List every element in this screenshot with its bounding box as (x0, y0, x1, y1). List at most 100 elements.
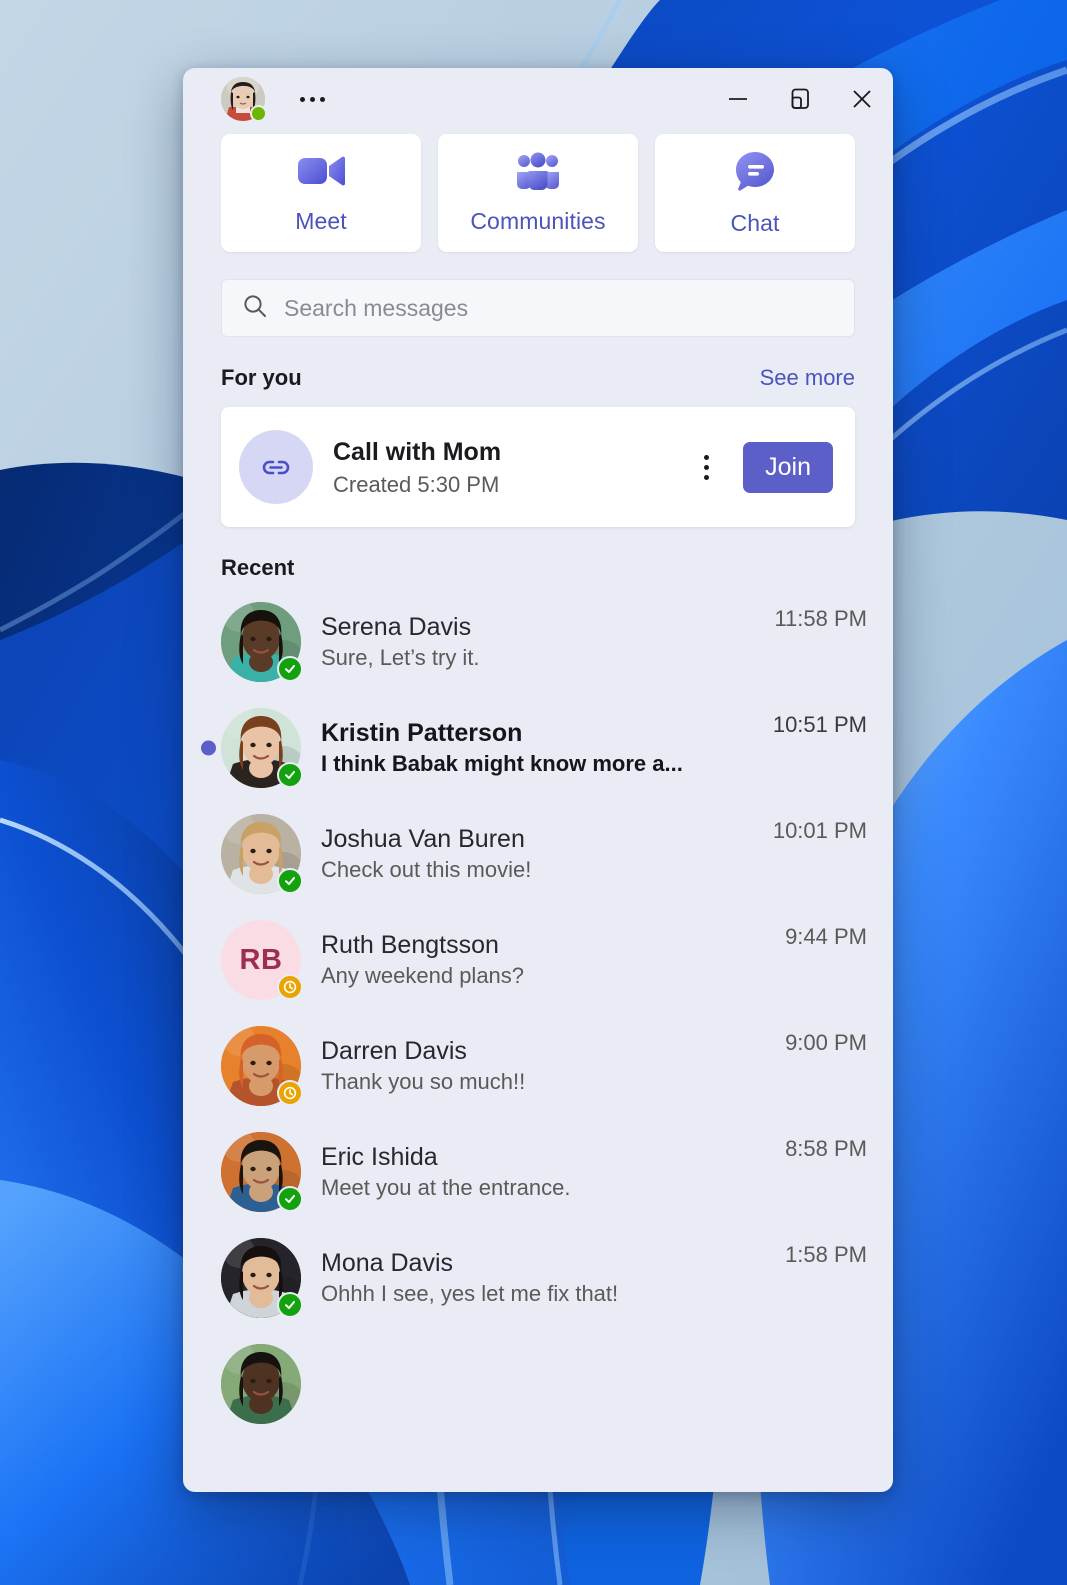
chat-texts: Eric Ishida Meet you at the entrance. (321, 1141, 765, 1203)
nav-card-communities-label: Communities (470, 208, 606, 234)
nav-card-chat-label: Chat (730, 210, 780, 236)
meeting-texts: Call with Mom Created 5:30 PM (333, 436, 669, 499)
chat-preview-text: Check out this movie! (321, 857, 532, 883)
nav-card-meet[interactable]: Meet (221, 134, 421, 252)
chat-timestamp: 10:01 PM (772, 818, 867, 843)
chat-contact-name: Mona Davis (321, 1249, 453, 1278)
chat-list-item[interactable]: Joshua Van Buren Check out this movie! 1… (183, 801, 893, 907)
chat-bubble-icon (732, 149, 778, 198)
more-options-button[interactable] (291, 82, 333, 116)
chat-texts: Ruth Bengtsson Any weekend plans? (321, 929, 765, 991)
avatar (221, 814, 303, 894)
presence-badge-available (277, 656, 303, 682)
avatar (221, 1238, 303, 1318)
dot-icon (319, 96, 325, 102)
presence-badge-available (277, 868, 303, 894)
for-you-title: For you (221, 365, 302, 390)
dot-icon (299, 96, 305, 102)
dot-icon (703, 474, 709, 480)
chat-texts: Kristin Patterson I think Babak might kn… (321, 717, 753, 779)
nav-card-chat[interactable]: Chat (655, 134, 855, 252)
close-button[interactable] (831, 68, 893, 130)
dot-icon (703, 464, 709, 470)
presence-badge-away (277, 974, 303, 1000)
chat-texts: Joshua Van Buren Check out this movie! (321, 823, 753, 885)
title-bar (183, 68, 893, 130)
chat-preview-text: Sure, Let’s try it. (321, 645, 480, 671)
dot-icon (309, 96, 315, 102)
dot-icon (703, 454, 709, 460)
avatar (221, 1344, 301, 1424)
chat-list-item[interactable]: Kristin Patterson I think Babak might kn… (183, 695, 893, 801)
presence-badge-available (277, 1186, 303, 1212)
meeting-subtitle: Created 5:30 PM (333, 472, 500, 498)
search-box[interactable] (221, 279, 855, 337)
for-you-header: For you See more (183, 365, 893, 391)
chat-texts (321, 1384, 847, 1385)
link-icon (239, 430, 313, 504)
chat-preview-text: Any weekend plans? (321, 963, 525, 989)
teams-chat-window: Meet Communities Chat Search messages Fo… (183, 68, 893, 1492)
chat-timestamp: 11:58 PM (774, 606, 867, 631)
chat-preview-text: Meet you at the entrance. (321, 1175, 571, 1201)
join-button[interactable]: Join (743, 441, 833, 493)
chat-timestamp: 9:44 PM (785, 924, 867, 949)
chat-texts: Darren Davis Thank you so much!! (321, 1035, 765, 1097)
presence-badge-available (277, 762, 303, 788)
chat-list-item[interactable]: Serena Davis Sure, Let’s try it. 11:58 P… (183, 589, 893, 695)
search-section (183, 279, 893, 337)
window-controls (707, 68, 893, 130)
avatar (221, 1026, 303, 1106)
chat-contact-name: Joshua Van Buren (321, 825, 525, 854)
avatar (221, 602, 303, 682)
avatar-photo (221, 1344, 301, 1424)
chat-preview-text: Thank you so much!! (321, 1069, 526, 1095)
presence-badge-available (250, 105, 267, 122)
chat-contact-name: Kristin Patterson (321, 719, 523, 748)
avatar: RB (221, 920, 303, 1000)
chat-timestamp: 8:58 PM (785, 1136, 867, 1161)
chat-texts: Serena Davis Sure, Let’s try it. (321, 611, 754, 673)
see-more-link[interactable]: See more (760, 365, 855, 391)
meeting-card-wrap: Call with Mom Created 5:30 PM Join (183, 407, 893, 527)
presence-badge-available (277, 1292, 303, 1318)
chat-list-item[interactable]: Mona Davis Ohhh I see, yes let me fix th… (183, 1225, 893, 1331)
chat-list-item[interactable]: RB Ruth Bengtsson Any weekend plans? 9:4… (183, 907, 893, 1013)
recent-title: Recent (221, 555, 295, 580)
video-camera-icon (296, 151, 346, 196)
presence-badge-away (277, 1080, 303, 1106)
chat-contact-name: Serena Davis (321, 613, 472, 642)
chat-timestamp: 10:51 PM (772, 712, 867, 737)
meeting-card[interactable]: Call with Mom Created 5:30 PM Join (221, 407, 855, 527)
chat-texts: Mona Davis Ohhh I see, yes let me fix th… (321, 1247, 765, 1309)
avatar[interactable] (221, 77, 267, 122)
close-icon (853, 90, 871, 108)
chat-preview-text: Ohhh I see, yes let me fix that! (321, 1281, 619, 1307)
chat-timestamp: 1:58 PM (785, 1242, 867, 1267)
restore-button[interactable] (769, 68, 831, 130)
meeting-title: Call with Mom (333, 437, 502, 466)
recent-header: Recent (183, 555, 893, 581)
chat-contact-name: Darren Davis (321, 1037, 467, 1066)
chat-list-item[interactable] (183, 1331, 893, 1437)
nav-card-meet-label: Meet (295, 208, 347, 234)
people-group-icon (514, 151, 562, 196)
restore-icon (791, 88, 809, 109)
chat-contact-name: Eric Ishida (321, 1143, 438, 1172)
nav-card-communities[interactable]: Communities (438, 134, 638, 252)
chat-preview-text: I think Babak might know more a... (321, 751, 683, 777)
avatar (221, 708, 303, 788)
chat-list-item[interactable]: Eric Ishida Meet you at the entrance. 8:… (183, 1119, 893, 1225)
meeting-overflow-button[interactable] (689, 454, 723, 480)
minimize-icon (729, 98, 747, 100)
chat-timestamp: 9:00 PM (785, 1030, 867, 1055)
search-icon (242, 293, 268, 324)
avatar (221, 1132, 303, 1212)
search-input[interactable] (284, 294, 834, 322)
chat-list-item[interactable]: Darren Davis Thank you so much!! 9:00 PM (183, 1013, 893, 1119)
nav-cards: Meet Communities Chat (183, 134, 893, 252)
chat-contact-name: Ruth Bengtsson (321, 931, 499, 960)
unread-indicator (201, 740, 216, 756)
recent-chat-list: Serena Davis Sure, Let’s try it. 11:58 P… (183, 589, 893, 1437)
minimize-button[interactable] (707, 68, 769, 130)
